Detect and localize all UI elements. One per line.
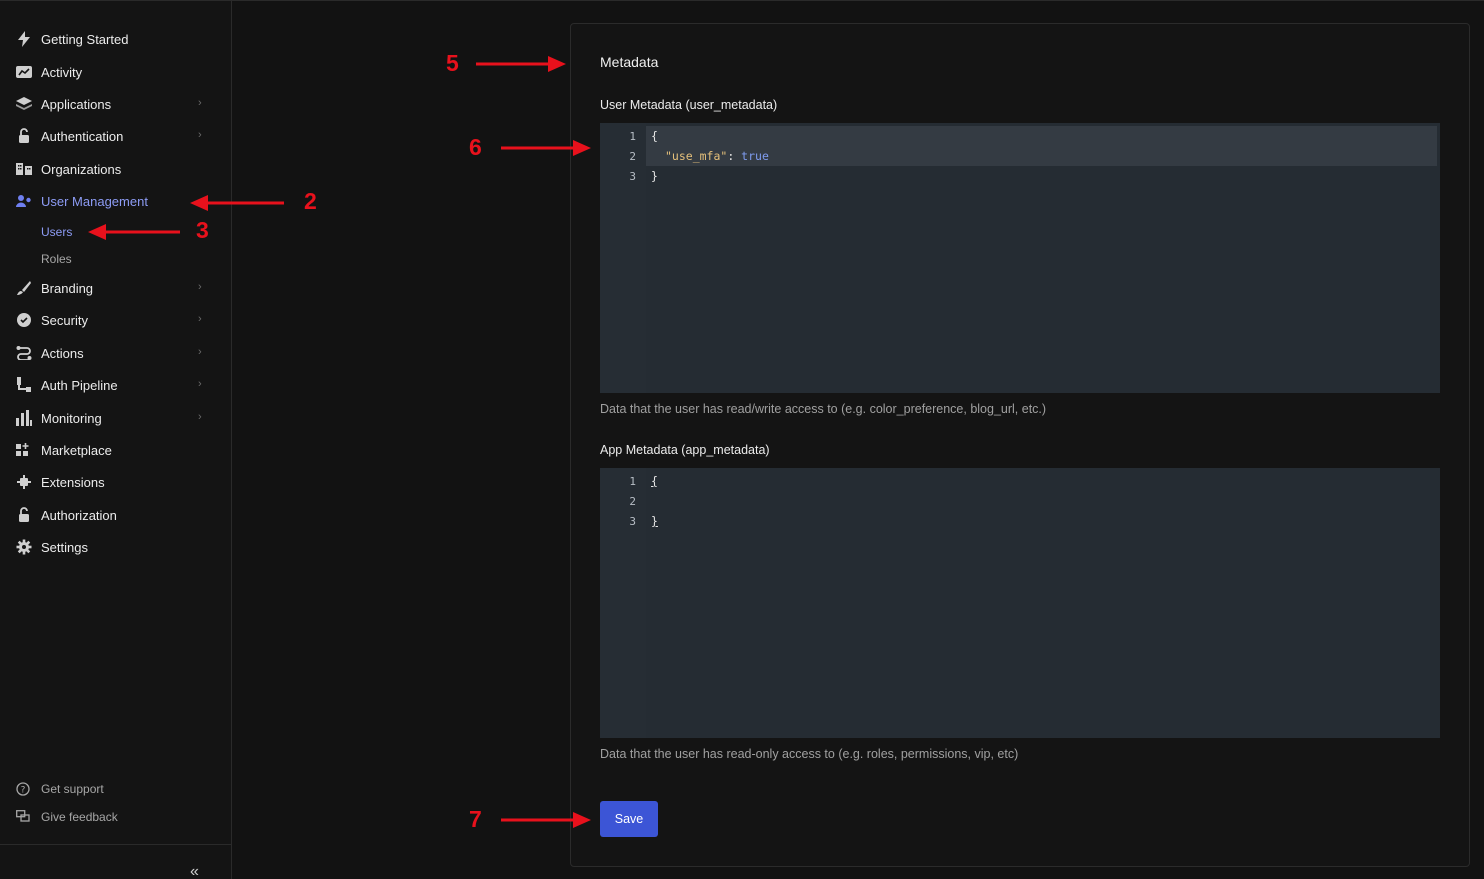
user-metadata-label: User Metadata (user_metadata) (600, 98, 778, 112)
sidebar-item-getting-started[interactable]: Getting Started (0, 25, 231, 53)
sidebar-item-label: Applications (41, 96, 112, 112)
annotation-arrow-3 (88, 224, 180, 240)
sidebar-item-label: Security (41, 312, 88, 328)
sidebar-item-label: Settings (41, 539, 88, 555)
bar-chart-icon (16, 410, 32, 426)
sidebar-item-branding[interactable]: Branding › (0, 274, 231, 302)
sidebar-item-monitoring[interactable]: Monitoring › (0, 404, 231, 432)
chevron-right-icon: › (198, 378, 202, 390)
sidebar-item-organizations[interactable]: Organizations (0, 155, 231, 183)
sidebar-item-label: Auth Pipeline (41, 377, 118, 393)
flow-icon (16, 345, 32, 361)
sidebar-item-extensions[interactable]: Extensions (0, 468, 231, 496)
brush-icon (16, 280, 32, 296)
app-window: Getting Started Activity Applications › … (0, 0, 1484, 879)
sidebar-item-label: Actions (41, 345, 84, 361)
json-key: "use_mfa" (665, 149, 728, 163)
annotation-number-3: 3 (196, 217, 209, 243)
shield-check-icon (16, 312, 32, 328)
sidebar-item-auth-pipeline[interactable]: Auth Pipeline › (0, 371, 231, 399)
sidebar-item-label: Extensions (41, 474, 105, 490)
grid-plus-icon (16, 442, 32, 458)
sidebar-item-settings[interactable]: Settings (0, 533, 231, 561)
give-feedback-link[interactable]: Give feedback (16, 807, 118, 827)
user-metadata-helper: Data that the user has read/write access… (600, 402, 1047, 416)
user-metadata-editor[interactable]: 1 2 3 { "use_mfa": true } (600, 123, 1440, 393)
annotation-arrow-2 (190, 195, 284, 211)
annotation-number-6: 6 (469, 134, 482, 160)
line-gutter: 1 2 3 (600, 123, 646, 393)
get-support-link[interactable]: ? Get support (16, 779, 104, 799)
sidebar-subitem-users[interactable]: Users (41, 222, 72, 242)
sidebar-item-label: Monitoring (41, 410, 102, 426)
sidebar-item-label: Authorization (41, 507, 117, 523)
sidebar-item-activity[interactable]: Activity (0, 58, 231, 86)
sidebar-item-label: Marketplace (41, 442, 112, 458)
sidebar-item-authorization[interactable]: Authorization (0, 501, 231, 529)
chevron-right-icon: › (198, 129, 202, 141)
collapse-sidebar-icon[interactable]: « (190, 863, 199, 879)
code-line: } (651, 169, 658, 183)
chat-bubbles-icon (16, 810, 32, 824)
chevron-right-icon: › (198, 346, 202, 358)
metadata-title: Metadata (600, 54, 659, 70)
pipeline-icon (16, 377, 32, 393)
users-icon (16, 193, 32, 209)
line-number: 3 (629, 170, 636, 183)
app-metadata-label: App Metadata (app_metadata) (600, 443, 770, 457)
chevron-right-icon: › (198, 313, 202, 325)
sidebar-item-label: Getting Started (41, 31, 129, 47)
json-colon: : (727, 149, 742, 163)
help-circle-icon: ? (16, 782, 32, 796)
annotation-arrow-5 (476, 56, 566, 72)
annotation-arrow-7 (501, 812, 591, 828)
lock-icon (16, 507, 32, 523)
app-metadata-helper: Data that the user has read-only access … (600, 747, 1019, 761)
activity-chart-icon (16, 64, 32, 80)
puzzle-icon (16, 474, 32, 490)
layers-icon (16, 96, 32, 112)
chevron-right-icon: › (198, 97, 202, 109)
sidebar-item-label: Organizations (41, 161, 122, 177)
code-line: } (651, 514, 658, 528)
app-metadata-editor[interactable]: 1 2 3 { } (600, 468, 1440, 738)
svg-text:?: ? (21, 786, 26, 796)
give-feedback-label: Give feedback (41, 810, 118, 824)
code-line: "use_mfa": true (665, 149, 769, 163)
json-value: true (741, 149, 769, 163)
lightning-icon (16, 31, 32, 47)
code-line: { (651, 474, 658, 488)
line-number: 1 (629, 130, 636, 143)
line-gutter: 1 2 3 (600, 468, 646, 738)
sidebar-item-label: Authentication (41, 128, 124, 144)
sidebar-item-applications[interactable]: Applications › (0, 90, 231, 118)
sidebar-item-actions[interactable]: Actions › (0, 339, 231, 367)
sidebar-item-security[interactable]: Security › (0, 306, 231, 334)
line-number: 2 (629, 495, 636, 508)
code-line: { (651, 129, 658, 143)
get-support-label: Get support (41, 782, 104, 796)
line-number: 2 (629, 150, 636, 163)
line-number: 1 (629, 475, 636, 488)
sidebar: Getting Started Activity Applications › … (0, 0, 232, 879)
sidebar-subitem-roles[interactable]: Roles (41, 249, 72, 269)
building-icon (16, 161, 32, 177)
lock-icon (16, 128, 32, 144)
sidebar-divider (0, 844, 231, 845)
chevron-right-icon: › (198, 411, 202, 423)
sidebar-item-label: User Management (41, 193, 148, 209)
line-number: 3 (629, 515, 636, 528)
annotation-arrow-6 (501, 140, 591, 156)
save-button[interactable]: Save (600, 801, 658, 837)
annotation-number-7: 7 (469, 806, 482, 832)
sidebar-item-label: Branding (41, 280, 94, 296)
sidebar-item-label: Activity (41, 64, 83, 80)
sidebar-item-marketplace[interactable]: Marketplace (0, 436, 231, 464)
annotation-number-2: 2 (304, 188, 317, 214)
chevron-right-icon: › (198, 281, 202, 293)
annotation-number-5: 5 (446, 50, 459, 76)
sidebar-item-authentication[interactable]: Authentication › (0, 122, 231, 150)
gear-icon (16, 539, 32, 555)
